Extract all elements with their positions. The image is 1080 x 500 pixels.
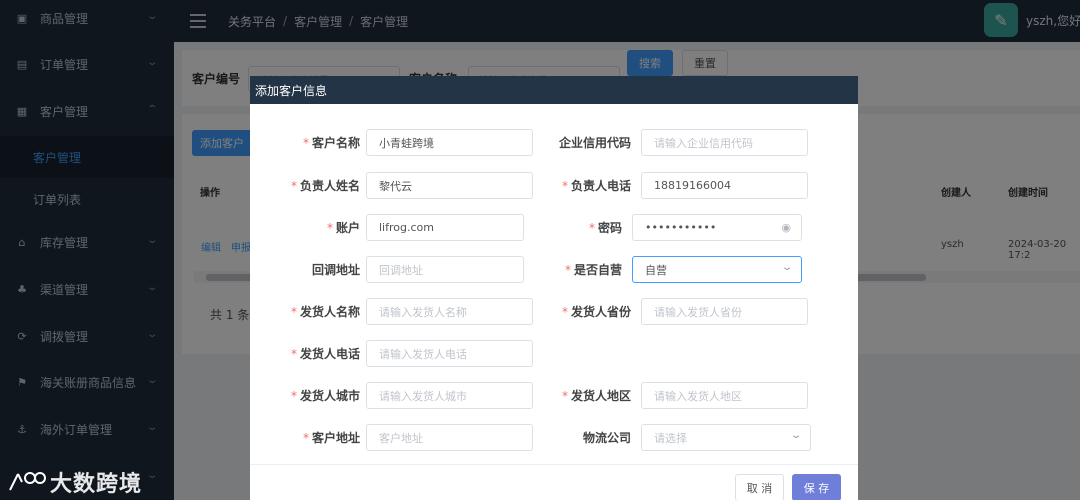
- required-mark: *: [290, 179, 297, 193]
- label-text: 发货人城市: [299, 389, 360, 403]
- credit-code-field[interactable]: 请输入企业信用代码: [641, 129, 808, 156]
- manager-phone-label: * 负责人电话: [521, 177, 631, 194]
- shipper-name-label: * 发货人名称: [250, 303, 360, 320]
- save-button[interactable]: 保 存: [792, 474, 841, 500]
- password-label: * 密码: [512, 219, 622, 236]
- label-text: 是否自营: [573, 263, 622, 277]
- chevron-down-icon: ⌄: [789, 430, 803, 441]
- callback-url-field[interactable]: 回调地址: [366, 256, 524, 283]
- label-text: 发货人电话: [299, 347, 360, 361]
- chevron-down-icon: ⌄: [780, 262, 794, 273]
- manager-name-field[interactable]: 黎代云: [366, 172, 533, 199]
- watermark-text: 大数跨境: [50, 472, 143, 497]
- required-mark: *: [302, 136, 309, 150]
- account-field[interactable]: lifrog.com: [366, 214, 524, 241]
- required-mark: *: [302, 431, 309, 445]
- shipper-phone-label: * 发货人电话: [250, 345, 360, 362]
- label-text: 发货人地区: [570, 389, 631, 403]
- password-field[interactable]: ••••••••••• ◉: [632, 214, 802, 241]
- dialog-footer-divider: [250, 464, 858, 465]
- watermark-logo: [9, 472, 46, 491]
- label-text: 发货人省份: [570, 305, 631, 319]
- shipper-phone-field[interactable]: 请输入发货人电话: [366, 340, 533, 367]
- required-mark: *: [290, 389, 297, 403]
- cancel-button[interactable]: 取 消: [735, 474, 784, 500]
- logistics-select[interactable]: 请选择 ⌄: [641, 424, 811, 451]
- manager-name-label: * 负责人姓名: [250, 177, 360, 194]
- required-mark: *: [561, 305, 568, 319]
- label-text: 负责人电话: [570, 179, 631, 193]
- self-operated-select[interactable]: 自营 ⌄: [632, 256, 802, 283]
- customer-address-field[interactable]: 客户地址: [366, 424, 533, 451]
- select-placeholder: 请选择: [654, 431, 687, 445]
- shipper-city-field[interactable]: 请输入发货人城市: [366, 382, 533, 409]
- label-text: 发货人名称: [299, 305, 360, 319]
- eye-icon[interactable]: ◉: [781, 221, 791, 234]
- self-operated-label: * 是否自营: [512, 261, 622, 278]
- shipper-name-field[interactable]: 请输入发货人名称: [366, 298, 533, 325]
- shipper-district-label: * 发货人地区: [521, 387, 631, 404]
- label-text: 账户: [335, 221, 360, 235]
- account-label: * 账户: [250, 219, 360, 236]
- add-customer-dialog: 添加客户信息 * 客户名称 小青蛙跨境 企业信用代码 请输入企业信用代码 * 负责人…: [250, 76, 858, 500]
- label-text: 客户地址: [311, 431, 360, 445]
- shipper-district-field[interactable]: 请输入发货人地区: [641, 382, 808, 409]
- shipper-province-label: * 发货人省份: [521, 303, 631, 320]
- required-mark: *: [290, 347, 297, 361]
- dialog-title: 添加客户信息: [250, 76, 858, 104]
- required-mark: *: [564, 263, 571, 277]
- required-mark: *: [326, 221, 333, 235]
- password-value: •••••••••••: [645, 221, 717, 234]
- label-text: 负责人姓名: [299, 179, 360, 193]
- required-mark: *: [588, 221, 595, 235]
- select-value: 自营: [645, 263, 667, 277]
- credit-code-label: 企业信用代码: [558, 136, 631, 150]
- shipper-province-field[interactable]: 请输入发货人省份: [641, 298, 808, 325]
- required-mark: *: [561, 179, 568, 193]
- customer-name-label: * 客户名称: [250, 134, 360, 151]
- manager-phone-field[interactable]: 18819166004: [641, 172, 808, 199]
- shipper-city-label: * 发货人城市: [250, 387, 360, 404]
- required-mark: *: [290, 305, 297, 319]
- callback-url-label: 回调地址: [311, 263, 360, 277]
- customer-address-label: * 客户地址: [250, 429, 360, 446]
- watermark: 大数跨境: [8, 466, 142, 498]
- label-text: 客户名称: [311, 136, 360, 150]
- customer-name-field[interactable]: 小青蛙跨境: [366, 129, 533, 156]
- label-text: 密码: [597, 221, 622, 235]
- required-mark: *: [561, 389, 568, 403]
- logistics-label: 物流公司: [582, 431, 631, 445]
